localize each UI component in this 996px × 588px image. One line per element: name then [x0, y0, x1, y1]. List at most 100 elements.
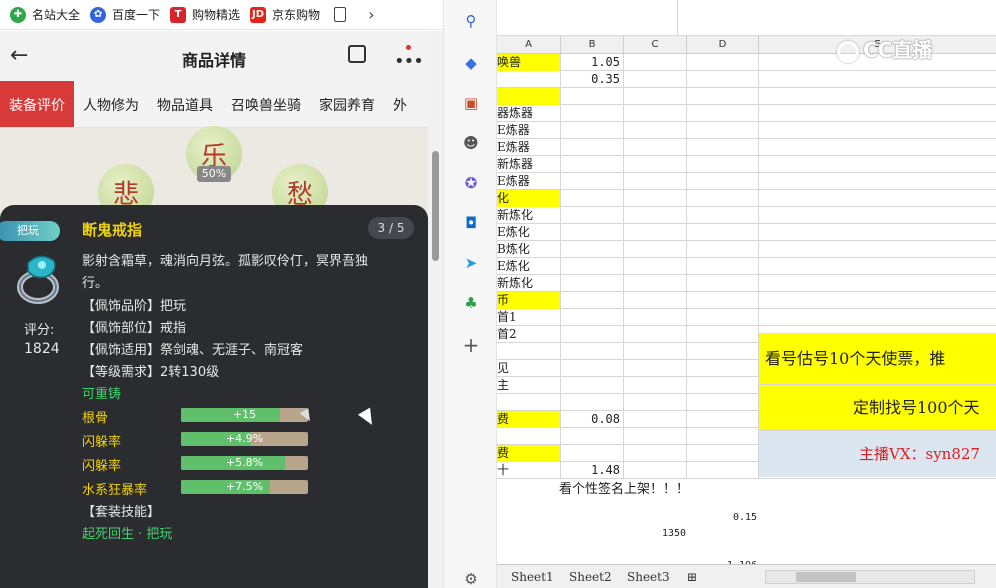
cell-c[interactable] [624, 360, 687, 377]
sheet-tab-3[interactable]: Sheet3 [627, 568, 670, 586]
cell-c[interactable] [624, 190, 687, 207]
cell-b[interactable] [561, 445, 624, 462]
cell-d[interactable] [687, 309, 759, 326]
cell-a[interactable]: 化 [497, 190, 561, 207]
cell-c[interactable] [624, 224, 687, 241]
bookmark-1[interactable]: ✿ 百度一下 [90, 6, 160, 23]
cell-b[interactable] [561, 377, 624, 394]
tab-cultivation[interactable]: 人物修为 [74, 81, 148, 127]
cell-a[interactable]: 主 [497, 377, 561, 394]
cell-b[interactable] [561, 428, 624, 445]
people-icon[interactable]: ☻ [462, 134, 480, 152]
cell-b[interactable] [561, 326, 624, 343]
cell-d[interactable] [687, 258, 759, 275]
cell-b[interactable] [561, 156, 624, 173]
cell-a[interactable]: 器炼器 [497, 105, 561, 122]
cell-c[interactable] [624, 292, 687, 309]
cell-a[interactable]: 唤兽 [497, 54, 561, 71]
search-icon[interactable]: ⚲ [462, 12, 480, 30]
chevron-right-icon[interactable]: › [368, 5, 374, 24]
page-scrollbar[interactable] [428, 31, 443, 588]
insert-sheet-icon[interactable]: ⊞ [687, 568, 697, 586]
cell-c[interactable] [624, 343, 687, 360]
cell-c[interactable] [624, 122, 687, 139]
cell-c[interactable] [624, 241, 687, 258]
cell-a[interactable]: 新炼器 [497, 156, 561, 173]
bookmark-3[interactable]: JD 京东购物 [250, 6, 320, 23]
cell-b[interactable] [561, 258, 624, 275]
tree-icon[interactable]: ♣ [462, 294, 480, 312]
bookmark-2[interactable]: T 购物精选 [170, 6, 240, 23]
cell-c[interactable] [624, 309, 687, 326]
column-header-a[interactable]: A [497, 36, 561, 54]
cell-c[interactable] [624, 394, 687, 411]
cell-d[interactable] [687, 173, 759, 190]
cell-d[interactable] [687, 224, 759, 241]
cell-a[interactable]: E炼器 [497, 139, 561, 156]
tab-pets-mounts[interactable]: 召唤兽坐骑 [222, 81, 310, 127]
cell-d[interactable] [687, 445, 759, 462]
cell-d[interactable] [687, 122, 759, 139]
cell-d[interactable] [687, 105, 759, 122]
column-header-b[interactable]: B [561, 36, 624, 54]
cell-b[interactable] [561, 394, 624, 411]
cell-c[interactable] [624, 105, 687, 122]
cell-b[interactable]: 0.35 [561, 71, 624, 88]
share-icon[interactable] [348, 45, 366, 63]
document-icon[interactable] [334, 7, 347, 22]
scrollbar-thumb[interactable] [432, 151, 439, 261]
cell-d[interactable] [687, 292, 759, 309]
cell-a[interactable]: 新炼化 [497, 207, 561, 224]
cell-b[interactable] [561, 122, 624, 139]
cell-b[interactable] [561, 343, 624, 360]
tab-items[interactable]: 物品道具 [148, 81, 222, 127]
cell-a[interactable]: B炼化 [497, 241, 561, 258]
cell-b[interactable] [561, 224, 624, 241]
cell-c[interactable] [624, 71, 687, 88]
cell-value[interactable]: 1350 [662, 528, 686, 539]
cell-d[interactable] [687, 343, 759, 360]
sheet-tab-1[interactable]: Sheet1 [511, 568, 554, 586]
cell-d[interactable] [687, 241, 759, 258]
column-header-c[interactable]: C [624, 36, 687, 54]
cell-d[interactable] [687, 190, 759, 207]
cell-d[interactable] [687, 71, 759, 88]
cell-a[interactable]: E炼化 [497, 224, 561, 241]
cell-a[interactable]: E炼器 [497, 173, 561, 190]
cell-a[interactable]: 首1 [497, 309, 561, 326]
cell-d[interactable] [687, 326, 759, 343]
cell-a[interactable] [497, 343, 561, 360]
cell-a[interactable]: 费 [497, 411, 561, 428]
sheet-tab-2[interactable]: Sheet2 [569, 568, 612, 586]
tab-more[interactable]: 外 [384, 81, 416, 127]
cell-d[interactable] [687, 377, 759, 394]
cell-b[interactable] [561, 241, 624, 258]
cell-c[interactable] [624, 445, 687, 462]
gear-icon[interactable]: ⚙ [462, 570, 480, 588]
cell-b[interactable] [561, 105, 624, 122]
cell-c[interactable] [624, 207, 687, 224]
cell-b[interactable] [561, 190, 624, 207]
toolbox-icon[interactable]: ▣ [462, 94, 480, 112]
column-header-d[interactable]: D [687, 36, 759, 54]
cell-a[interactable]: 见 [497, 360, 561, 377]
cell-d[interactable] [687, 275, 759, 292]
cell-b[interactable] [561, 139, 624, 156]
cell-a[interactable]: 十 [497, 462, 561, 479]
promo-cell-valuation[interactable]: 看号估号10个天使票，推 [759, 333, 996, 385]
cell-b[interactable] [561, 360, 624, 377]
add-icon[interactable]: + [462, 333, 480, 357]
cell-a[interactable] [497, 71, 561, 88]
cell-a[interactable] [497, 88, 561, 105]
cell-c[interactable] [624, 156, 687, 173]
cell-d[interactable] [687, 156, 759, 173]
tab-home[interactable]: 家园养育 [310, 81, 384, 127]
send-icon[interactable]: ➤ [462, 254, 480, 272]
cell-b[interactable] [561, 275, 624, 292]
cell-c[interactable] [624, 139, 687, 156]
cell-d[interactable] [687, 394, 759, 411]
cell-a[interactable]: 费 [497, 445, 561, 462]
cell-a[interactable] [497, 394, 561, 411]
horizontal-scrollbar[interactable] [765, 570, 975, 584]
cell-d[interactable] [687, 139, 759, 156]
